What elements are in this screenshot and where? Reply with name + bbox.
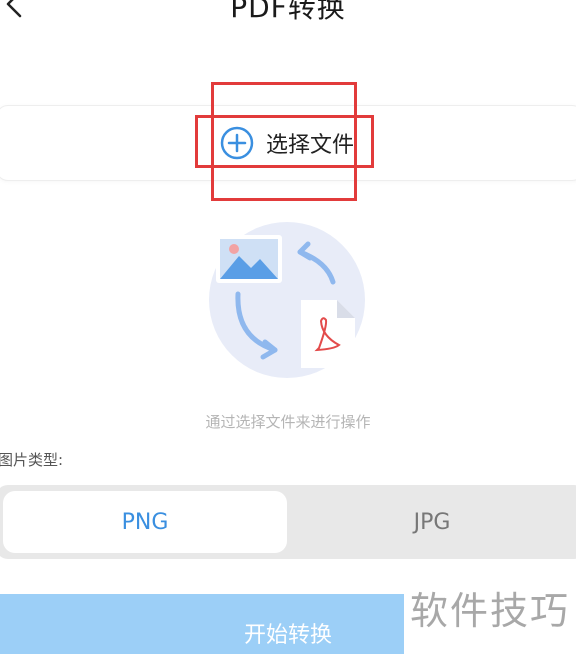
option-jpg[interactable]: JPG <box>290 491 574 553</box>
convert-illustration <box>209 222 365 378</box>
page-title: PDF转换 <box>230 0 346 24</box>
image-type-label: 图片类型: <box>0 451 64 469</box>
highlight-box-inner <box>195 115 374 168</box>
pdf-file-icon <box>301 300 355 368</box>
option-png[interactable]: PNG <box>3 491 287 553</box>
watermark-text: 软件技巧 <box>406 580 575 635</box>
hint-text: 通过选择文件来进行操作 <box>205 413 371 431</box>
image-icon <box>216 235 282 283</box>
